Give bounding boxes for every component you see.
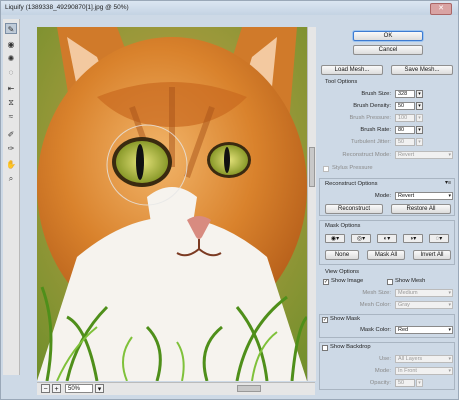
brush-pressure-field[interactable]: 100 bbox=[395, 114, 415, 122]
replace-selection-icon[interactable]: ◉▾ bbox=[325, 234, 345, 243]
forward-warp-icon[interactable]: ✎ bbox=[5, 23, 17, 34]
mask-color-label: Mask Color: bbox=[360, 327, 391, 333]
tool-options-title: Tool Options bbox=[325, 79, 358, 85]
turbulent-jitter-field[interactable]: 50 bbox=[395, 138, 415, 146]
restore-all-button[interactable]: Restore All bbox=[391, 204, 451, 214]
close-button[interactable]: ✕ bbox=[430, 3, 452, 15]
brush-density-field[interactable]: 50 bbox=[395, 102, 415, 110]
backdrop-mode-select[interactable]: In Front ▾ bbox=[395, 367, 453, 375]
chevron-down-icon: ▾ bbox=[448, 290, 451, 296]
reconstruct-button[interactable]: Reconstruct bbox=[325, 204, 383, 214]
backdrop-mode-label: Mode: bbox=[374, 368, 391, 374]
cat-photo bbox=[37, 27, 307, 381]
horizontal-scroll-thumb[interactable] bbox=[237, 385, 261, 392]
show-backdrop-checkbox[interactable] bbox=[322, 345, 328, 351]
backdrop-use-label: Use: bbox=[379, 356, 391, 362]
title-bar: Liquify (1389338_49290870[1].jpg @ 50%) … bbox=[1, 1, 458, 15]
tools-panel: ✎ ◉ ✺ ◌ ⇤ ⧖ ≈ ✐ ✑ ✋ ⌕ bbox=[3, 19, 20, 375]
turbulence-icon[interactable]: ≈ bbox=[5, 111, 17, 122]
show-mesh-label: Show Mesh bbox=[395, 278, 426, 284]
subtract-from-selection-icon[interactable]: ◐▾ bbox=[377, 234, 397, 243]
options-panel: OK Cancel Load Mesh... Save Mesh... Tool… bbox=[317, 21, 459, 397]
stylus-pressure-checkbox[interactable] bbox=[323, 166, 329, 172]
chevron-down-icon: ▾ bbox=[448, 327, 451, 333]
show-backdrop-label: Show Backdrop bbox=[330, 344, 371, 350]
view-options-title: View Options bbox=[325, 269, 360, 275]
panel-menu-icon[interactable]: ▾≡ bbox=[445, 180, 451, 186]
brush-pressure-dropdown-icon[interactable]: ▾ bbox=[416, 114, 423, 122]
zoom-level-field[interactable]: 50% bbox=[65, 384, 93, 393]
save-mesh-button[interactable]: Save Mesh... bbox=[391, 65, 453, 75]
brush-density-label: Brush Density: bbox=[353, 103, 391, 109]
reconstruct-options-title: Reconstruct Options bbox=[325, 181, 378, 187]
reconstruct-mode-label-2: Mode: bbox=[374, 193, 391, 199]
zoom-dropdown-icon[interactable]: ▾ bbox=[95, 384, 104, 393]
opacity-dropdown-icon[interactable]: ▾ bbox=[416, 379, 423, 387]
brush-size-field[interactable]: 328 bbox=[395, 90, 415, 98]
add-to-selection-icon[interactable]: ◎▾ bbox=[351, 234, 371, 243]
chevron-down-icon: ▾ bbox=[448, 368, 451, 374]
show-mask-label: Show Mask bbox=[330, 316, 360, 322]
backdrop-use-select[interactable]: All Layers ▾ bbox=[395, 355, 453, 363]
brush-pressure-label: Brush Pressure: bbox=[349, 115, 391, 121]
brush-size-label: Brush Size: bbox=[361, 91, 391, 97]
zoom-icon[interactable]: ⌕ bbox=[5, 173, 17, 184]
scroll-thumb[interactable] bbox=[309, 147, 315, 187]
image-canvas[interactable] bbox=[37, 27, 307, 381]
push-left-icon[interactable]: ⇤ bbox=[5, 83, 17, 94]
mask-all-button[interactable]: Mask All bbox=[367, 250, 405, 260]
show-mesh-checkbox[interactable] bbox=[387, 279, 393, 285]
show-image-label: Show Image bbox=[331, 278, 364, 284]
thaw-mask-icon[interactable]: ✑ bbox=[5, 143, 17, 154]
zoom-out-button[interactable]: − bbox=[41, 384, 50, 393]
chevron-down-icon: ▾ bbox=[448, 302, 451, 308]
brush-density-dropdown-icon[interactable]: ▾ bbox=[416, 102, 423, 110]
chevron-down-icon: ▾ bbox=[448, 193, 451, 199]
mirror-icon[interactable]: ⧖ bbox=[5, 97, 17, 108]
mask-color-select[interactable]: Red ▾ bbox=[395, 326, 453, 334]
cancel-button[interactable]: Cancel bbox=[353, 45, 423, 55]
brush-rate-field[interactable]: 80 bbox=[395, 126, 415, 134]
turbulent-jitter-label: Turbulent Jitter: bbox=[350, 139, 391, 145]
reconstruct-icon[interactable]: ◉ bbox=[5, 39, 17, 50]
mesh-size-label: Mesh Size: bbox=[362, 290, 391, 296]
invert-selection-icon[interactable]: ◌▾ bbox=[429, 234, 449, 243]
show-image-checkbox[interactable]: ✓ bbox=[323, 279, 329, 285]
chevron-down-icon: ▾ bbox=[448, 356, 451, 362]
intersect-selection-icon[interactable]: ◑▾ bbox=[403, 234, 423, 243]
zoom-in-button[interactable]: + bbox=[52, 384, 61, 393]
chevron-down-icon: ▾ bbox=[448, 152, 451, 158]
freeze-mask-icon[interactable]: ✐ bbox=[5, 129, 17, 140]
brush-rate-label: Brush Rate: bbox=[360, 127, 391, 133]
load-mesh-button[interactable]: Load Mesh... bbox=[321, 65, 383, 75]
reconstruct-mode-select[interactable]: Revert ▾ bbox=[395, 151, 453, 159]
stylus-pressure-label: Stylus Pressure bbox=[332, 165, 373, 171]
invert-all-button[interactable]: Invert All bbox=[413, 250, 451, 260]
vertical-scrollbar[interactable] bbox=[307, 27, 316, 381]
bloat-icon[interactable]: ◌ bbox=[5, 67, 17, 78]
mesh-color-select[interactable]: Gray ▾ bbox=[395, 301, 453, 309]
mesh-color-label: Mesh Color: bbox=[359, 302, 391, 308]
brush-size-dropdown-icon[interactable]: ▾ bbox=[416, 90, 423, 98]
turbulent-jitter-dropdown-icon[interactable]: ▾ bbox=[416, 138, 423, 146]
hand-icon[interactable]: ✋ bbox=[5, 159, 17, 170]
show-mask-checkbox[interactable]: ✓ bbox=[322, 317, 328, 323]
backdrop-opacity-field[interactable]: 50 bbox=[395, 379, 415, 387]
reconstruct-mode-label: Reconstruct Mode: bbox=[342, 152, 391, 158]
ok-button[interactable]: OK bbox=[353, 31, 423, 41]
liquify-window: Liquify (1389338_49290870[1].jpg @ 50%) … bbox=[0, 0, 459, 400]
mesh-size-select[interactable]: Medium ▾ bbox=[395, 289, 453, 297]
mask-none-button[interactable]: None bbox=[325, 250, 359, 260]
brush-rate-dropdown-icon[interactable]: ▾ bbox=[416, 126, 423, 134]
mask-options-title: Mask Options bbox=[325, 223, 361, 229]
zoom-bar: − + 50% ▾ bbox=[37, 382, 315, 395]
backdrop-opacity-label: Opacity: bbox=[369, 380, 391, 386]
window-title: Liquify (1389338_49290870[1].jpg @ 50%) bbox=[5, 4, 129, 11]
reconstruct-mode-dropdown[interactable]: Revert ▾ bbox=[395, 192, 453, 200]
mask-mode-buttons: ◉▾ ◎▾ ◐▾ ◑▾ ◌▾ bbox=[325, 234, 455, 244]
pucker-icon[interactable]: ✺ bbox=[5, 53, 17, 64]
